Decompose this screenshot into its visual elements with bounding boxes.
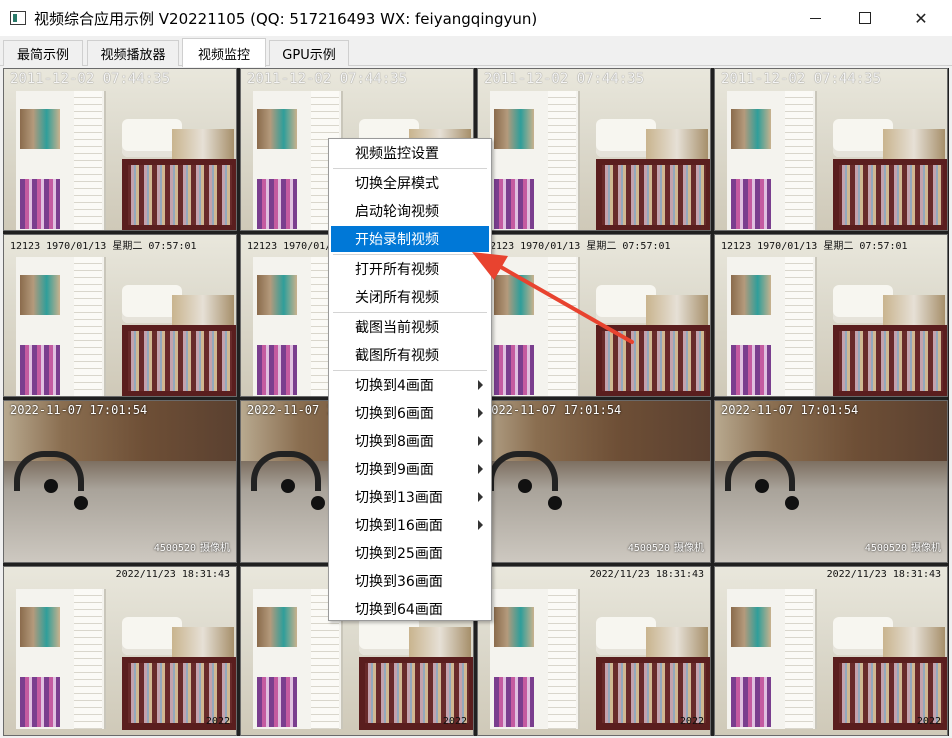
menu-item-label: 打开所有视频 xyxy=(355,262,439,278)
video-cell[interactable]: 12123 1970/01/13 星期二 07:57:01 xyxy=(477,234,711,397)
menu-separator xyxy=(333,254,487,255)
tab-video-player[interactable]: 视频播放器 xyxy=(87,40,179,66)
menu-item-close-all[interactable]: 关闭所有视频 xyxy=(331,284,489,310)
video-year: 2022 xyxy=(205,716,230,727)
video-cell[interactable]: 12123 1970/01/13 星期二 07:57:01 xyxy=(714,234,948,397)
title-bar: 视频综合应用示例 V20221105 (QQ: 517216493 WX: fe… xyxy=(0,0,952,36)
video-timestamp: 2011-12-02 07:44:35 xyxy=(10,71,171,87)
video-cell[interactable]: 2011-12-02 07:44:35 xyxy=(3,68,237,231)
menu-item-label: 截图所有视频 xyxy=(355,348,439,364)
menu-item-label: 切换到64画面 xyxy=(355,602,443,618)
video-cell[interactable]: 12123 1970/01/13 星期二 07:57:01 xyxy=(3,234,237,397)
video-code: 4500520 xyxy=(627,543,670,554)
submenu-arrow-icon xyxy=(478,492,483,502)
submenu-arrow-icon xyxy=(478,380,483,390)
menu-separator xyxy=(333,168,487,169)
menu-item-start-recording[interactable]: 开始录制视频 xyxy=(331,226,489,252)
video-timestamp: 12123 1970/01/13 星期二 07:57:01 xyxy=(721,241,908,252)
menu-item-layout-4[interactable]: 切换到4画面 xyxy=(331,372,489,398)
tab-simple-demo[interactable]: 最简示例 xyxy=(3,40,83,66)
menu-item-label: 切换到36画面 xyxy=(355,574,443,590)
menu-item-label: 截图当前视频 xyxy=(355,320,439,336)
menu-item-label: 切换到8画面 xyxy=(355,434,434,450)
video-cell[interactable]: 2022/11/23 18:31:43 2022 xyxy=(477,566,711,736)
menu-item-label: 启动轮询视频 xyxy=(355,204,439,220)
video-cell[interactable]: 2011-12-02 07:44:35 xyxy=(714,68,948,231)
submenu-arrow-icon xyxy=(478,520,483,530)
video-timestamp: 2022-11-07 17:01:54 xyxy=(484,403,622,417)
submenu-arrow-icon xyxy=(478,464,483,474)
menu-item-layout-8[interactable]: 切换到8画面 xyxy=(331,428,489,454)
video-timestamp: 2022/11/23 18:31:43 xyxy=(826,569,941,580)
menu-item-label: 切换到13画面 xyxy=(355,490,443,506)
menu-item-layout-6[interactable]: 切换到6画面 xyxy=(331,400,489,426)
menu-item-label: 切换到25画面 xyxy=(355,546,443,562)
menu-item-layout-25[interactable]: 切换到25画面 xyxy=(331,540,489,566)
menu-item-layout-13[interactable]: 切换到13画面 xyxy=(331,484,489,510)
video-timestamp: 2011-12-02 07:44:35 xyxy=(247,71,408,87)
maximize-icon[interactable] xyxy=(842,0,888,36)
menu-item-label: 切换到16画面 xyxy=(355,518,443,534)
context-menu: 视频监控设置 切换全屏模式 启动轮询视频 开始录制视频 打开所有视频 关闭所有视… xyxy=(328,138,492,621)
video-timestamp: 2011-12-02 07:44:35 xyxy=(721,71,882,87)
menu-item-snapshot-current[interactable]: 截图当前视频 xyxy=(331,314,489,340)
video-year: 2022 xyxy=(916,716,941,727)
video-code: 4500520 xyxy=(153,543,196,554)
menu-item-label: 切换到9画面 xyxy=(355,462,434,478)
video-timestamp: 12123 1970/01/13 星期二 07:57:01 xyxy=(10,241,197,252)
video-year: 2022 xyxy=(442,716,467,727)
video-timestamp: 2022-11-07 17:01:54 xyxy=(10,403,148,417)
video-timestamp: 12123 1970/01/13 星期二 07:57:01 xyxy=(484,241,671,252)
video-cell[interactable]: 2022/11/23 18:31:43 2022 xyxy=(714,566,948,736)
menu-item-monitor-settings[interactable]: 视频监控设置 xyxy=(331,140,489,166)
video-year: 2022 xyxy=(679,716,704,727)
menu-item-layout-64[interactable]: 切换到64画面 xyxy=(331,596,489,622)
menu-item-fullscreen[interactable]: 切换全屏模式 xyxy=(331,170,489,196)
menu-item-label: 关闭所有视频 xyxy=(355,290,439,306)
submenu-arrow-icon xyxy=(478,436,483,446)
menu-item-layout-16[interactable]: 切换到16画面 xyxy=(331,512,489,538)
video-code: 4500520 xyxy=(864,543,907,554)
video-cell[interactable]: 2022-11-07 17:01:54 4500520 摄像机 xyxy=(477,400,711,563)
video-timestamp: 2022/11/23 18:31:43 xyxy=(115,569,230,580)
menu-separator xyxy=(333,370,487,371)
tab-bar: 最简示例 视频播放器 视频监控 GPU示例 xyxy=(0,38,952,67)
menu-item-open-all[interactable]: 打开所有视频 xyxy=(331,256,489,282)
close-icon[interactable]: ✕ xyxy=(898,0,944,36)
window-title: 视频综合应用示例 V20221105 (QQ: 517216493 WX: fe… xyxy=(34,9,538,28)
video-cell[interactable]: 2022/11/23 18:31:43 2022 xyxy=(3,566,237,736)
submenu-arrow-icon xyxy=(478,408,483,418)
menu-item-label: 视频监控设置 xyxy=(355,146,439,162)
camera-label: 摄像机 xyxy=(674,543,704,554)
app-window-icon xyxy=(10,11,26,25)
menu-item-start-polling[interactable]: 启动轮询视频 xyxy=(331,198,489,224)
menu-item-label: 开始录制视频 xyxy=(355,232,439,248)
menu-item-label: 切换到6画面 xyxy=(355,406,434,422)
menu-item-layout-36[interactable]: 切换到36画面 xyxy=(331,568,489,594)
tab-video-monitor[interactable]: 视频监控 xyxy=(182,38,266,67)
minimize-icon[interactable] xyxy=(792,0,838,36)
video-timestamp: 2011-12-02 07:44:35 xyxy=(484,71,645,87)
menu-item-snapshot-all[interactable]: 截图所有视频 xyxy=(331,342,489,368)
video-cell[interactable]: 2022-11-07 17:01:54 4500520 摄像机 xyxy=(3,400,237,563)
video-timestamp: 2022-11-07 17:01:54 xyxy=(721,403,859,417)
camera-label: 摄像机 xyxy=(911,543,941,554)
menu-item-label: 切换到4画面 xyxy=(355,378,434,394)
video-cell[interactable]: 2011-12-02 07:44:35 xyxy=(477,68,711,231)
menu-item-label: 切换全屏模式 xyxy=(355,176,439,192)
tab-gpu-demo[interactable]: GPU示例 xyxy=(269,40,349,66)
camera-label: 摄像机 xyxy=(200,543,230,554)
menu-separator xyxy=(333,312,487,313)
video-cell[interactable]: 2022-11-07 17:01:54 4500520 摄像机 xyxy=(714,400,948,563)
video-timestamp: 2022/11/23 18:31:43 xyxy=(589,569,704,580)
menu-item-layout-9[interactable]: 切换到9画面 xyxy=(331,456,489,482)
